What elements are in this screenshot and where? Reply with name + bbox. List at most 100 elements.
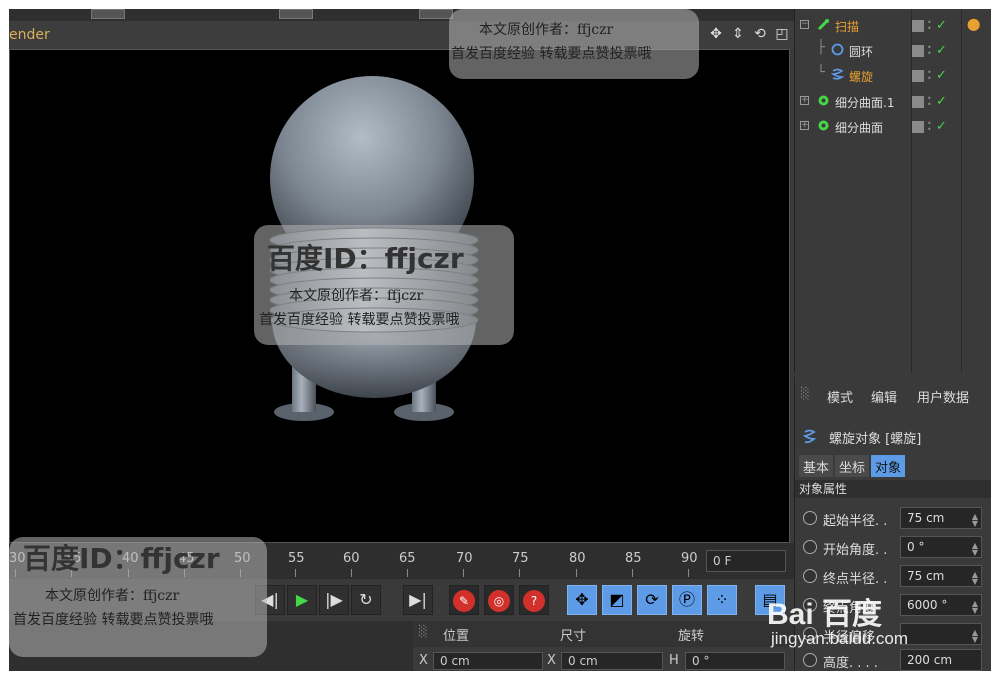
param-label: 起始半径. . [823, 514, 888, 529]
spinner-icon[interactable]: ▲ ▼ [972, 513, 978, 528]
object-title: 螺旋对象 [螺旋] [829, 432, 922, 447]
object-flags: • • ✓ [912, 18, 947, 33]
object-item-sweep[interactable]: − 扫描 • • ✓ ⬤ [795, 13, 991, 37]
expand-icon[interactable]: + [800, 96, 809, 105]
spinner-icon[interactable]: ▲ ▼ [972, 571, 978, 586]
menu-edit[interactable]: 编辑 [871, 387, 897, 406]
enabled-check-icon[interactable]: ✓ [936, 94, 947, 109]
record-key-button[interactable]: ✎ [449, 585, 479, 615]
toolbar-button[interactable] [91, 9, 125, 19]
param-value[interactable]: 200 cm [900, 649, 982, 671]
tick [632, 569, 633, 577]
expand-icon[interactable]: − [800, 20, 809, 29]
rotation-header: 旋转 [678, 629, 705, 644]
watermark-id: 百度ID：ffjczr [267, 242, 464, 275]
spinner-icon[interactable]: ▲ ▼ [972, 542, 978, 557]
layer-icon[interactable] [912, 44, 924, 57]
param-value[interactable]: 75 cm [900, 565, 982, 587]
menu-user-data[interactable]: 用户数据 [917, 387, 969, 406]
object-item-subdivision[interactable]: + 细分曲面 • • ✓ [795, 114, 991, 138]
goto-end-button[interactable]: ▶| [403, 585, 433, 615]
layer-icon[interactable] [912, 120, 924, 133]
object-item-helix[interactable]: └ 螺旋 • • ✓ [795, 63, 991, 87]
tick [351, 569, 352, 577]
visibility-dots[interactable]: • • [927, 119, 933, 133]
move-key-icon[interactable]: ✥ [567, 585, 597, 615]
watermark-id: 百度ID：ffjczr [23, 542, 220, 575]
object-flags: • • ✓ [912, 119, 947, 134]
tick-label: 70 [456, 551, 473, 566]
current-frame-field[interactable]: 0 F [706, 550, 786, 572]
play-icon[interactable]: ▶ [287, 585, 317, 615]
param-key-icon[interactable]: Ⓟ [672, 585, 702, 615]
object-flags: • • ✓ [912, 94, 947, 109]
section-header: 对象属性 [795, 480, 991, 498]
enabled-check-icon[interactable]: ✓ [936, 18, 947, 33]
visibility-dots[interactable]: • • [927, 68, 933, 82]
rotation-h-field[interactable]: 0 ° [685, 652, 785, 670]
spinner-icon[interactable]: ▲ ▼ [972, 629, 978, 644]
param-value[interactable]: 75 cm [900, 507, 982, 529]
animate-radio[interactable] [803, 540, 817, 554]
tick-label: 65 [399, 551, 416, 566]
autokey-button[interactable]: ◎ [484, 585, 514, 615]
animate-radio[interactable] [803, 653, 817, 667]
rot-h-label: H [669, 653, 679, 668]
param-label: 终点半径. . [823, 572, 888, 587]
tick-label: 60 [343, 551, 360, 566]
loop-icon[interactable]: ↻ [351, 585, 381, 615]
toolbar-button[interactable] [279, 9, 313, 19]
enabled-check-icon[interactable]: ✓ [936, 68, 947, 83]
menu-mode[interactable]: 模式 [827, 387, 853, 406]
tick-label: 85 [625, 551, 642, 566]
step-forward-button[interactable]: |▶ [319, 585, 349, 615]
tab-basic[interactable]: 基本 [799, 455, 834, 477]
animate-radio[interactable] [803, 569, 817, 583]
cinema4d-window: ender ✥ ⇕ ⟲ ◰ 55 60 65 70 75 80 85 90 0 … [9, 9, 991, 671]
tab-object[interactable]: 对象 [871, 455, 906, 477]
layer-icon[interactable] [912, 19, 924, 32]
tick [463, 569, 464, 577]
animate-radio[interactable] [803, 511, 817, 525]
tab-coord[interactable]: 坐标 [835, 455, 870, 477]
tree-line: ├ [817, 40, 825, 55]
viewport-nav: ✥ ⇕ ⟲ ◰ [708, 26, 790, 42]
subdivision-surface-icon [818, 95, 829, 106]
move-icon[interactable]: ✥ [708, 26, 724, 42]
zoom-icon[interactable]: ⇕ [730, 26, 746, 42]
rotate-icon[interactable]: ⟲ [752, 26, 768, 42]
object-item-circle[interactable]: ├ 圆环 • • ✓ [795, 38, 991, 62]
enabled-check-icon[interactable]: ✓ [936, 119, 947, 134]
object-label: 螺旋 [849, 70, 874, 84]
visibility-dots[interactable]: • • [927, 43, 933, 57]
tick [407, 569, 408, 577]
layer-icon[interactable] [912, 95, 924, 108]
param-value[interactable]: 6000 ° [900, 594, 982, 616]
watermark-author: 本文原创作者：ffjczr [45, 588, 180, 604]
object-label: 细分曲面 [835, 121, 884, 135]
tick [576, 569, 577, 577]
pla-key-icon[interactable]: ⁘ [707, 585, 737, 615]
tag-icon[interactable]: ⬤ [967, 17, 980, 31]
expand-icon[interactable]: + [800, 121, 809, 130]
scale-key-icon[interactable]: ◩ [602, 585, 632, 615]
toolbar-button[interactable] [419, 9, 453, 19]
rotate-key-icon[interactable]: ⟳ [637, 585, 667, 615]
visibility-dots[interactable]: • • [927, 18, 933, 32]
position-x-field[interactable]: 0 cm [433, 652, 543, 670]
spinner-icon[interactable]: ▲ ▼ [972, 600, 978, 615]
object-label: 扫描 [835, 20, 860, 34]
param-value[interactable] [900, 623, 982, 645]
layout-icon[interactable]: ◰ [774, 26, 790, 42]
layer-icon[interactable] [912, 69, 924, 82]
object-item-subdivision-1[interactable]: + 细分曲面.1 • • ✓ [795, 89, 991, 113]
visibility-dots[interactable]: • • [927, 94, 933, 108]
size-x-label: X [547, 653, 556, 668]
keyframe-help-button[interactable]: ? [519, 585, 549, 615]
param-value[interactable]: 0 ° [900, 536, 982, 558]
object-label: 圆环 [849, 45, 874, 59]
param-label: 高度. . . . [823, 656, 878, 671]
size-x-field[interactable]: 0 cm [561, 652, 663, 670]
enabled-check-icon[interactable]: ✓ [936, 43, 947, 58]
tick-label: 75 [512, 551, 529, 566]
